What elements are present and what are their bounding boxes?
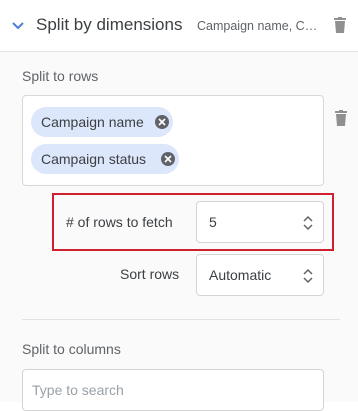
- trash-icon[interactable]: [334, 17, 346, 33]
- remove-chip-icon[interactable]: [161, 152, 175, 166]
- rows-to-fetch-select[interactable]: 5: [196, 201, 324, 243]
- chip-label: Campaign name: [41, 114, 144, 130]
- rows-to-fetch-value: 5: [209, 214, 217, 230]
- up-down-chevron-icon: [303, 268, 313, 284]
- columns-search-input[interactable]: [22, 369, 324, 411]
- split-to-rows-label: Split to rows: [22, 68, 99, 84]
- sort-rows-select[interactable]: Automatic: [196, 254, 324, 296]
- chip-label: Campaign status: [41, 151, 147, 167]
- split-by-dimensions-header[interactable]: Split by dimensions Campaign name, Ca...: [0, 0, 358, 52]
- chevron-down-icon[interactable]: [11, 21, 25, 31]
- sort-rows-label: Sort rows: [120, 266, 180, 282]
- remove-chip-icon[interactable]: [155, 115, 169, 129]
- chip-campaign-status[interactable]: Campaign status: [31, 144, 179, 174]
- row-dimensions-box[interactable]: Campaign name Campaign status: [22, 95, 324, 186]
- up-down-chevron-icon: [303, 215, 313, 231]
- rows-to-fetch-label: # of rows to fetch: [66, 214, 173, 230]
- sort-rows-value: Automatic: [209, 267, 272, 283]
- split-to-columns-label: Split to columns: [22, 341, 121, 357]
- section-title: Split by dimensions: [36, 15, 183, 34]
- chip-campaign-name[interactable]: Campaign name: [31, 107, 173, 137]
- section-divider: [22, 319, 340, 320]
- trash-icon[interactable]: [335, 110, 347, 126]
- dimension-summary: Campaign name, Ca...: [197, 19, 321, 33]
